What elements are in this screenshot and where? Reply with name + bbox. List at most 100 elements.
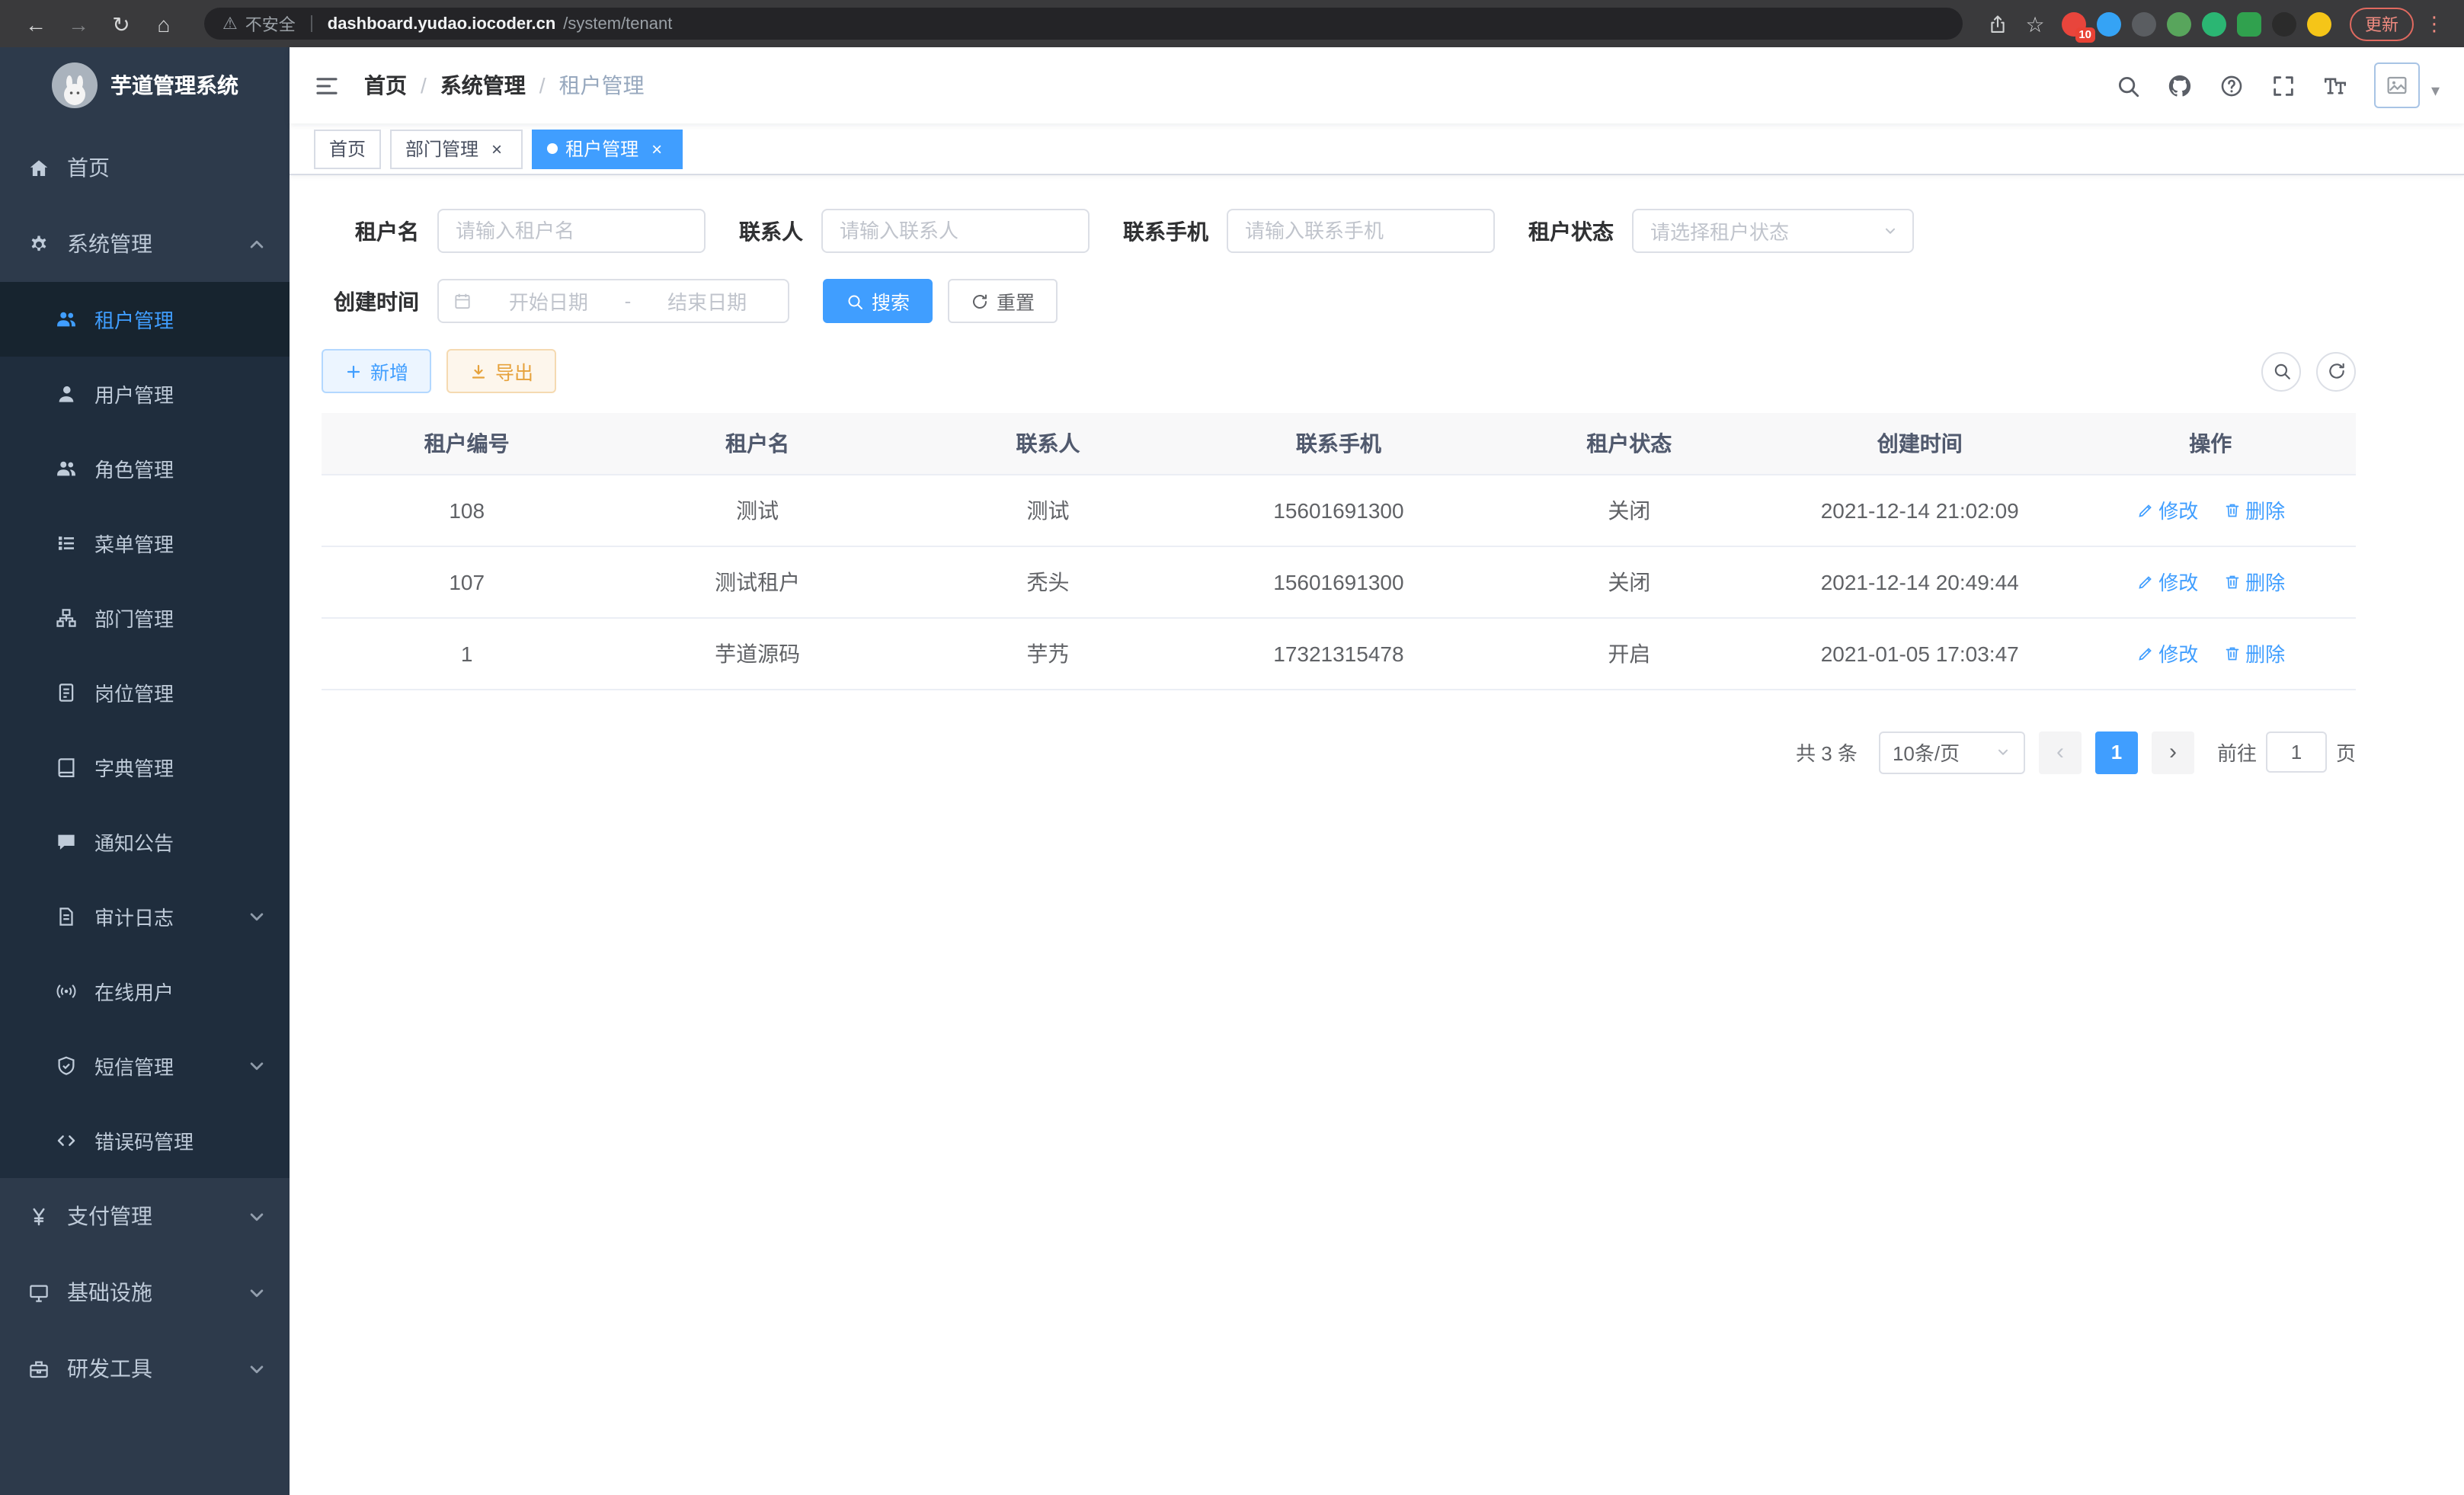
prev-page-button[interactable]: ‹ [2039, 731, 2082, 773]
logo[interactable]: 芋道管理系统 [0, 47, 290, 123]
edit-link[interactable]: 修改 [2136, 495, 2198, 524]
extension-icon[interactable] [2307, 11, 2331, 36]
cell-contact: 测试 [903, 474, 1193, 546]
breadcrumb-current: 租户管理 [559, 70, 645, 101]
update-button[interactable]: 更新 [2350, 7, 2414, 40]
tab-home[interactable]: 首页 [314, 129, 381, 168]
edit-link[interactable]: 修改 [2136, 639, 2198, 667]
delete-link[interactable]: 删除 [2222, 495, 2285, 524]
refresh-button[interactable] [2316, 351, 2356, 391]
select-placeholder: 请选择租户状态 [1650, 216, 1789, 245]
extension-icon[interactable] [2132, 11, 2156, 36]
caret-down-icon[interactable]: ▾ [2431, 81, 2440, 108]
extension-icon[interactable]: 10 [2062, 11, 2086, 36]
page-size-select[interactable]: 10条/页 [1879, 731, 2025, 773]
hamburger-icon[interactable] [314, 72, 340, 98]
address-bar[interactable]: ⚠ 不安全 dashboard.yudao.iocoder.cn/system/… [204, 8, 1963, 40]
bookmark-star-icon[interactable]: ☆ [2019, 13, 2051, 34]
search-button[interactable]: 搜索 [823, 279, 933, 323]
sidebar-item-sms[interactable]: 短信管理 [0, 1029, 290, 1103]
sidebar-item-error-code[interactable]: 错误码管理 [0, 1103, 290, 1178]
navbar-actions: ▾ [2116, 62, 2440, 108]
breadcrumb-item[interactable]: 首页 [364, 70, 407, 101]
tab-dept[interactable]: 部门管理 × [390, 129, 523, 168]
close-icon[interactable]: × [486, 138, 507, 159]
sidebar-item-post[interactable]: 岗位管理 [0, 655, 290, 730]
monitor-icon [27, 1281, 50, 1304]
toggle-search-button[interactable] [2261, 351, 2301, 391]
extension-icon[interactable] [2202, 11, 2226, 36]
sidebar-item-label: 支付管理 [67, 1201, 229, 1231]
goto-page-input[interactable] [2266, 731, 2327, 773]
page-number-current[interactable]: 1 [2095, 731, 2138, 773]
chevron-down-icon [245, 1205, 268, 1228]
tenant-name-input[interactable] [437, 209, 706, 253]
field-label: 联系人 [739, 216, 821, 246]
sidebar-item-system[interactable]: 系统管理 [0, 206, 290, 282]
security-label[interactable]: 不安全 [245, 11, 296, 36]
cell-tenant-id: 1 [322, 617, 612, 689]
extension-icon[interactable] [2272, 11, 2296, 36]
reset-button[interactable]: 重置 [948, 279, 1058, 323]
breadcrumb-item[interactable]: 系统管理 [440, 70, 526, 101]
cell-phone: 17321315478 [1193, 617, 1483, 689]
sidebar-item-label: 角色管理 [94, 454, 268, 483]
cell-contact: 芋艿 [903, 617, 1193, 689]
browser-chrome: ← → ↻ ⌂ ⚠ 不安全 dashboard.yudao.iocoder.cn… [0, 0, 2464, 47]
delete-link[interactable]: 删除 [2222, 567, 2285, 596]
sidebar-item-tenant[interactable]: 租户管理 [0, 282, 290, 357]
font-size-icon[interactable] [2323, 72, 2349, 98]
filter-contact-phone: 联系手机 [1123, 209, 1495, 253]
extension-icon[interactable] [2097, 11, 2121, 36]
help-icon[interactable] [2219, 72, 2245, 98]
sidebar-item-user[interactable]: 用户管理 [0, 357, 290, 431]
next-page-button[interactable]: › [2152, 731, 2194, 773]
extension-icon[interactable] [2237, 11, 2261, 36]
reload-icon[interactable]: ↻ [105, 13, 137, 34]
export-button[interactable]: 导出 [446, 349, 556, 393]
extension-icon[interactable] [2167, 11, 2191, 36]
sidebar-item-infra[interactable]: 基础设施 [0, 1254, 290, 1330]
table-row[interactable]: 108 测试 测试 15601691300 关闭 2021-12-14 21:0… [322, 474, 2356, 546]
sidebar-item-dev-tools[interactable]: 研发工具 [0, 1330, 290, 1407]
close-icon[interactable]: × [646, 138, 667, 159]
user-icon [55, 383, 78, 405]
sidebar-item-online-user[interactable]: 在线用户 [0, 954, 290, 1029]
sidebar-item-dict[interactable]: 字典管理 [0, 730, 290, 805]
sidebar-item-menu[interactable]: 菜单管理 [0, 506, 290, 581]
sidebar-item-notice[interactable]: 通知公告 [0, 805, 290, 879]
page-size-value: 10条/页 [1893, 738, 1960, 767]
table-row[interactable]: 107 测试租户 秃头 15601691300 关闭 2021-12-14 20… [322, 546, 2356, 617]
sidebar-item-role[interactable]: 角色管理 [0, 431, 290, 506]
fullscreen-icon[interactable] [2271, 72, 2297, 98]
sidebar-item-audit-log[interactable]: 审计日志 [0, 879, 290, 954]
sidebar-item-home[interactable]: 首页 [0, 130, 290, 206]
menu-dots-icon[interactable]: ⋮ [2424, 11, 2444, 36]
avatar[interactable] [2375, 62, 2421, 108]
sidebar-item-dept[interactable]: 部门管理 [0, 581, 290, 655]
tab-tenant[interactable]: 租户管理 × [532, 129, 683, 168]
tenant-table: 租户编号 租户名 联系人 联系手机 租户状态 创建时间 操作 108 测试 [322, 413, 2356, 690]
search-icon[interactable] [2116, 72, 2142, 98]
sidebar-item-payment[interactable]: 支付管理 [0, 1178, 290, 1254]
sidebar-item-label: 字典管理 [94, 753, 268, 782]
contact-input[interactable] [821, 209, 1090, 253]
create-time-range-picker[interactable]: 开始日期 - 结束日期 [437, 279, 789, 323]
cell-created: 2021-12-14 21:02:09 [1774, 474, 2065, 546]
tags-view: 首页 部门管理 × 租户管理 × [290, 123, 2464, 175]
cell-phone: 15601691300 [1193, 474, 1483, 546]
delete-link[interactable]: 删除 [2222, 639, 2285, 667]
forward-icon[interactable]: → [62, 13, 94, 34]
contact-phone-input[interactable] [1227, 209, 1495, 253]
tenant-status-select[interactable]: 请选择租户状态 [1632, 209, 1914, 253]
plus-icon [344, 362, 363, 380]
cell-status: 开启 [1484, 617, 1774, 689]
browser-home-icon[interactable]: ⌂ [148, 13, 180, 34]
back-icon[interactable]: ← [20, 13, 52, 34]
add-button[interactable]: 新增 [322, 349, 431, 393]
github-icon[interactable] [2168, 72, 2194, 98]
share-icon[interactable] [1987, 13, 2008, 34]
edit-link[interactable]: 修改 [2136, 567, 2198, 596]
divider [311, 15, 312, 32]
table-row[interactable]: 1 芋道源码 芋艿 17321315478 开启 2021-01-05 17:0… [322, 617, 2356, 689]
